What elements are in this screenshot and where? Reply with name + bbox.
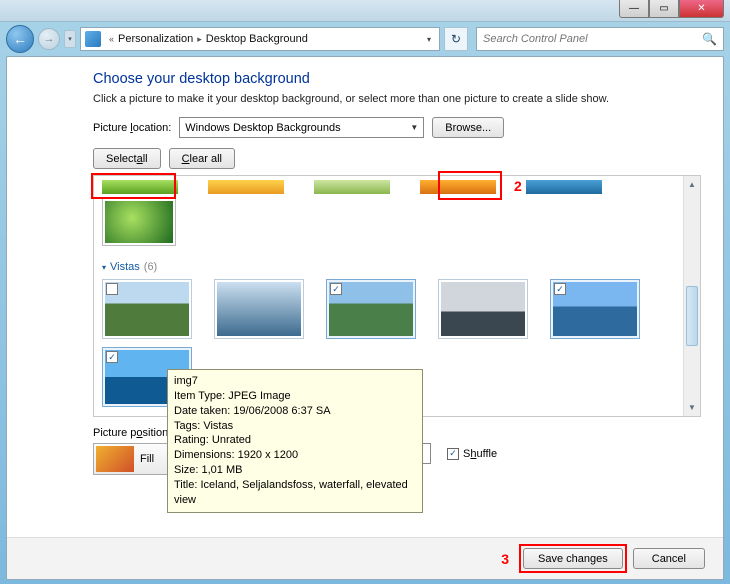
- picture-location-value: Windows Desktop Backgrounds: [185, 122, 340, 134]
- search-icon: 🔍: [702, 32, 717, 46]
- thumbnail-partial[interactable]: [526, 180, 602, 194]
- annotation-number-2: 2: [514, 178, 522, 194]
- nav-forward-button[interactable]: →: [38, 28, 60, 50]
- thumbnail-partial[interactable]: [314, 180, 390, 194]
- thumbnail-tooltip: img7 Item Type: JPEG Image Date taken: 1…: [167, 369, 423, 513]
- content-panel: Choose your desktop background Click a p…: [6, 56, 724, 580]
- page-title: Choose your desktop background: [93, 71, 701, 87]
- chevron-down-icon: ▼: [410, 123, 418, 132]
- thumbnail[interactable]: [102, 279, 192, 339]
- save-changes-button[interactable]: Save changes: [523, 548, 623, 569]
- breadcrumb-chevron-icon: «: [109, 34, 114, 44]
- vertical-scrollbar[interactable]: ▲ ▼: [683, 176, 700, 416]
- refresh-icon: ↻: [451, 32, 461, 46]
- select-all-button[interactable]: Select all: [93, 148, 161, 169]
- thumbnail-checkbox[interactable]: [106, 283, 118, 295]
- thumbnail-partial[interactable]: [208, 180, 284, 194]
- picture-location-label: Picture location:: [93, 122, 171, 134]
- address-dropdown-icon[interactable]: ▾: [423, 35, 435, 44]
- thumbnail-partial[interactable]: [102, 180, 178, 194]
- search-input[interactable]: [483, 33, 702, 45]
- nav-back-button[interactable]: ←: [6, 25, 34, 53]
- collapse-triangle-icon: ▾: [102, 263, 106, 272]
- thumbnail-checkbox[interactable]: ✓: [554, 283, 566, 295]
- shuffle-label: Shuffle: [463, 448, 497, 460]
- address-bar[interactable]: « Personalization ▸ Desktop Background ▾: [80, 27, 440, 51]
- search-box[interactable]: 🔍: [476, 27, 724, 51]
- scroll-up-button[interactable]: ▲: [684, 176, 700, 193]
- thumbnail[interactable]: [438, 279, 528, 339]
- thumbnail[interactable]: ✓: [326, 279, 416, 339]
- dialog-button-bar: 3 Save changes Cancel: [7, 537, 723, 579]
- position-preview-icon: [96, 446, 134, 472]
- group-count: (6): [144, 261, 157, 273]
- breadcrumb-chevron-icon: ▸: [197, 34, 202, 45]
- browse-button[interactable]: Browse...: [432, 117, 504, 138]
- scrollbar-thumb[interactable]: [686, 286, 698, 346]
- shuffle-checkbox[interactable]: ✓: [447, 448, 459, 460]
- picture-position-value: Fill: [140, 453, 154, 465]
- cancel-button[interactable]: Cancel: [633, 548, 705, 569]
- window-maximize-button[interactable]: ▭: [649, 0, 679, 18]
- thumbnail-checkbox[interactable]: ✓: [106, 351, 118, 363]
- explorer-navbar: ← → ▾ « Personalization ▸ Desktop Backgr…: [0, 22, 730, 56]
- arrow-left-icon: ←: [13, 31, 27, 47]
- scroll-down-button[interactable]: ▼: [684, 399, 700, 416]
- nav-history-dropdown[interactable]: ▾: [64, 30, 76, 48]
- control-panel-icon: [85, 31, 101, 47]
- picture-location-dropdown[interactable]: Windows Desktop Backgrounds ▼: [179, 117, 424, 138]
- clear-all-button[interactable]: Clear all: [169, 148, 235, 169]
- thumbnail-checkbox[interactable]: ✓: [330, 283, 342, 295]
- window-close-button[interactable]: ✕: [679, 0, 724, 18]
- thumbnail-partial[interactable]: [420, 180, 496, 194]
- page-subtitle: Click a picture to make it your desktop …: [93, 93, 701, 105]
- thumbnail[interactable]: [214, 279, 304, 339]
- thumbnail[interactable]: ✓: [550, 279, 640, 339]
- breadcrumb-current[interactable]: Desktop Background: [206, 33, 308, 45]
- window-minimize-button[interactable]: —: [619, 0, 649, 18]
- annotation-number-3: 3: [501, 551, 509, 567]
- refresh-button[interactable]: ↻: [444, 27, 468, 51]
- arrow-right-icon: →: [44, 33, 55, 45]
- group-name: Vistas: [110, 261, 140, 273]
- thumbnail[interactable]: [102, 198, 176, 246]
- breadcrumb-parent[interactable]: Personalization: [118, 33, 193, 45]
- window-titlebar: — ▭ ✕: [0, 0, 730, 22]
- group-header-vistas[interactable]: ▾ Vistas (6): [102, 261, 675, 273]
